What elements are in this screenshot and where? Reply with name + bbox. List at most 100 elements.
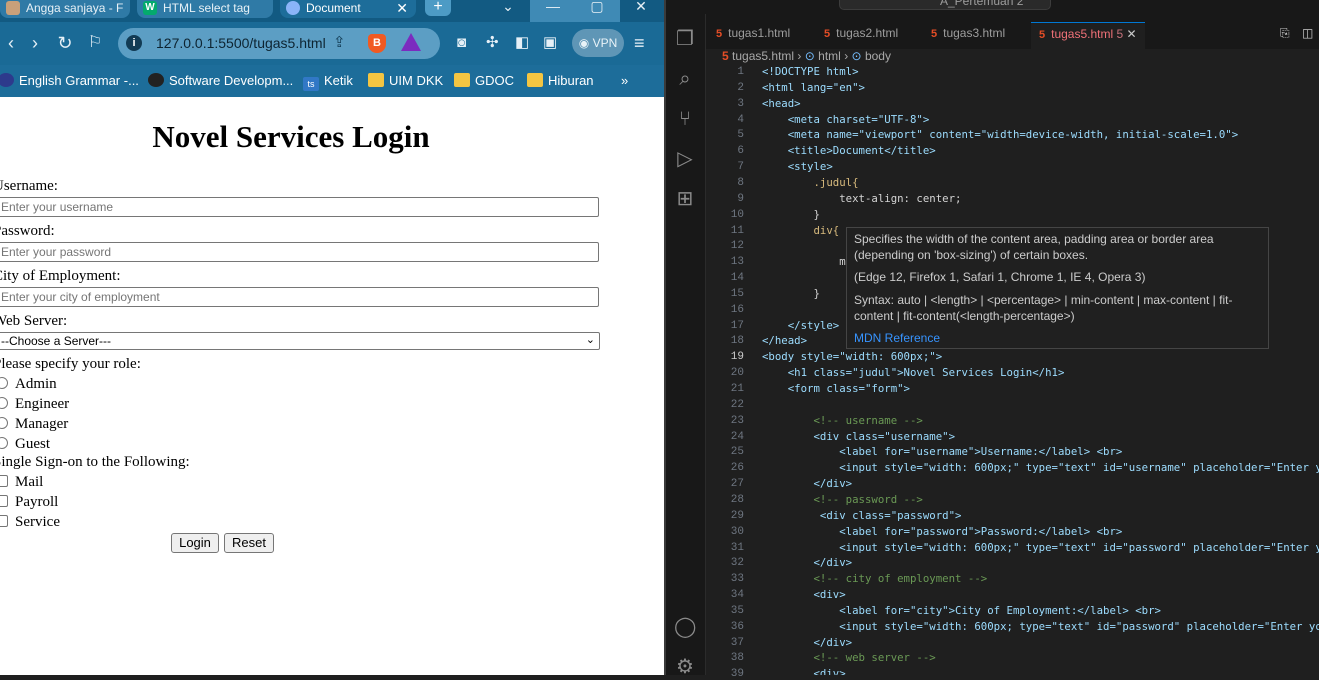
server-select[interactable]: --Choose a Server--- ⌄ bbox=[0, 332, 600, 350]
editor-tab-tugas5[interactable]: 5 tugas5.html 5 ✕ bbox=[1031, 22, 1145, 49]
code-line[interactable]: <h1 class="judul">Novel Services Login</… bbox=[762, 366, 1065, 379]
code-line[interactable]: </div> bbox=[762, 556, 852, 569]
explorer-icon[interactable]: ❐ bbox=[674, 28, 696, 50]
close-tab-icon[interactable]: ✕ bbox=[396, 0, 408, 16]
code-line[interactable]: .judul{ bbox=[762, 176, 858, 189]
run-debug-icon[interactable]: ▷ bbox=[674, 148, 696, 170]
code-line[interactable]: <html lang="en"> bbox=[762, 81, 865, 94]
browser-tab-document[interactable]: Document ✕ bbox=[280, 0, 416, 18]
code-line[interactable]: <meta charset="UTF-8"> bbox=[762, 113, 930, 126]
extensions-icon[interactable]: ✣ bbox=[486, 33, 499, 53]
sso-checkbox-service[interactable] bbox=[0, 515, 8, 527]
code-line[interactable]: <input style="width: 600px; type="text" … bbox=[762, 620, 1319, 633]
username-input[interactable]: Enter your username bbox=[0, 197, 599, 217]
code-line[interactable]: <input style="width: 600px;" type="text"… bbox=[762, 461, 1319, 474]
code-line[interactable]: <!DOCTYPE html> bbox=[762, 65, 859, 78]
bookmark-ketik[interactable]: ts Ketik bbox=[303, 71, 353, 91]
code-line[interactable]: <head> bbox=[762, 97, 801, 110]
code-line[interactable]: <div> bbox=[762, 588, 845, 601]
sidebar-icon[interactable]: ◧ bbox=[515, 33, 529, 53]
open-changes-icon[interactable]: ⎘ bbox=[1280, 22, 1290, 49]
bookmark-folder-gdoc[interactable]: GDOC bbox=[454, 71, 514, 91]
sso-checkbox-payroll[interactable] bbox=[0, 495, 8, 507]
new-tab-button[interactable]: + bbox=[425, 0, 451, 16]
code-line[interactable]: <input style="width: 600px;" type="text"… bbox=[762, 541, 1319, 554]
role-radio-guest[interactable] bbox=[0, 437, 8, 449]
command-center[interactable]: A_Pertemuan 2 bbox=[839, 0, 1051, 10]
editor-tab-tugas3[interactable]: 5 tugas3.html bbox=[931, 22, 1005, 49]
screenshot-icon[interactable]: ◙ bbox=[457, 33, 466, 53]
city-input[interactable]: Enter your city of employment bbox=[0, 287, 599, 307]
search-icon[interactable]: ⌕ bbox=[674, 68, 696, 90]
split-editor-icon[interactable]: ◫ bbox=[1302, 22, 1313, 49]
code-area[interactable]: <!DOCTYPE html> <html lang="en"> <head> <m… bbox=[762, 64, 1319, 675]
bookmark-icon[interactable]: ⚐ bbox=[84, 32, 106, 54]
code-line[interactable]: <!-- username --> bbox=[762, 414, 922, 427]
bookmark-folder-uim-dkk[interactable]: UIM DKK bbox=[368, 71, 443, 91]
wallet-icon[interactable]: ▣ bbox=[543, 33, 557, 53]
close-icon[interactable]: ✕ bbox=[1127, 27, 1137, 41]
forward-button[interactable]: › bbox=[24, 32, 46, 54]
code-line[interactable]: <div> bbox=[762, 667, 845, 675]
code-line[interactable]: <!-- password --> bbox=[762, 493, 922, 506]
brave-shields-icon[interactable]: B bbox=[368, 34, 386, 53]
breadcrumb-body[interactable]: body bbox=[865, 49, 891, 63]
browser-tab-html-select[interactable]: W HTML select tag bbox=[137, 0, 273, 18]
extensions-icon[interactable]: ⊞ bbox=[674, 188, 696, 210]
code-line[interactable]: <div class="password"> bbox=[762, 509, 962, 522]
role-radio-engineer[interactable] bbox=[0, 397, 8, 409]
code-line[interactable]: <body style="width: 600px;"> bbox=[762, 350, 942, 363]
bookmarks-overflow-button[interactable]: » bbox=[621, 71, 628, 91]
browser-tab-profile[interactable]: Angga sanjaya - F bbox=[0, 0, 130, 18]
vpn-button[interactable]: ◉ VPN bbox=[572, 29, 624, 57]
sso-checkbox-mail[interactable] bbox=[0, 475, 8, 487]
code-line[interactable]: </head> bbox=[762, 334, 807, 347]
code-line[interactable]: <!-- city of employment --> bbox=[762, 572, 987, 585]
back-button[interactable]: ‹ bbox=[0, 32, 22, 54]
bookmark-folder-hiburan[interactable]: Hiburan bbox=[527, 71, 594, 91]
menu-icon[interactable]: ≡ bbox=[634, 33, 645, 53]
code-line[interactable]: <div class="username"> bbox=[762, 430, 955, 443]
code-line[interactable]: <style> bbox=[762, 160, 833, 173]
address-bar[interactable]: i 127.0.0.1:5500/tugas5.html ⇪ B bbox=[118, 28, 440, 59]
code-line[interactable]: <label for="city">City of Employment:</l… bbox=[762, 604, 1161, 617]
editor-tab-tugas2[interactable]: 5 tugas2.html bbox=[824, 22, 898, 49]
close-window-button[interactable]: ✕ bbox=[618, 0, 664, 22]
bookmark-english-grammar[interactable]: English Grammar -... bbox=[0, 71, 139, 91]
url-text[interactable]: 127.0.0.1:5500/tugas5.html bbox=[156, 35, 326, 51]
code-line[interactable]: </div> bbox=[762, 477, 852, 490]
code-line[interactable]: } bbox=[762, 208, 819, 221]
bookmark-software-dev[interactable]: Software Developm... bbox=[148, 71, 293, 91]
password-input[interactable]: Enter your password bbox=[0, 242, 599, 262]
minimize-button[interactable]: — bbox=[530, 0, 576, 22]
code-line[interactable]: <label for="password">Password:</label> … bbox=[762, 525, 1122, 538]
role-radio-admin[interactable] bbox=[0, 377, 8, 389]
reload-button[interactable]: ↻ bbox=[54, 32, 76, 54]
breadcrumb-file[interactable]: tugas5.html bbox=[732, 49, 794, 63]
line-number: 24 bbox=[730, 430, 744, 443]
breadcrumb-html[interactable]: html bbox=[818, 49, 841, 63]
source-control-icon[interactable]: ⑂ bbox=[674, 108, 696, 130]
reset-button[interactable]: Reset bbox=[224, 533, 274, 553]
code-line[interactable]: <label for="username">Username:</label> … bbox=[762, 445, 1122, 458]
login-button[interactable]: Login bbox=[171, 533, 219, 553]
editor-tab-tugas1[interactable]: 5 tugas1.html bbox=[716, 22, 790, 49]
maximize-button[interactable]: ▢ bbox=[574, 0, 620, 22]
mdn-reference-link[interactable]: MDN Reference bbox=[854, 330, 940, 346]
role-radio-manager[interactable] bbox=[0, 417, 8, 429]
code-line[interactable]: <meta name="viewport" content="width=dev… bbox=[762, 128, 1238, 141]
tab-search-chevron-icon[interactable]: ⌄ bbox=[486, 0, 530, 22]
account-icon[interactable]: ◯ bbox=[674, 616, 696, 638]
code-line[interactable]: m bbox=[762, 255, 845, 268]
code-line[interactable]: text-align: center; bbox=[762, 192, 961, 205]
brave-rewards-icon[interactable] bbox=[401, 33, 421, 51]
code-line[interactable]: } bbox=[762, 287, 819, 300]
code-line[interactable]: </style> bbox=[762, 319, 839, 332]
code-line[interactable]: <form class="form"> bbox=[762, 382, 910, 395]
share-icon[interactable]: ⇪ bbox=[333, 33, 346, 51]
site-info-icon[interactable]: i bbox=[126, 35, 142, 51]
code-line[interactable]: <!-- web server --> bbox=[762, 651, 935, 664]
code-line[interactable]: div{ bbox=[762, 224, 839, 237]
code-line[interactable]: <title>Document</title> bbox=[762, 144, 936, 157]
code-line[interactable]: </div> bbox=[762, 636, 852, 649]
